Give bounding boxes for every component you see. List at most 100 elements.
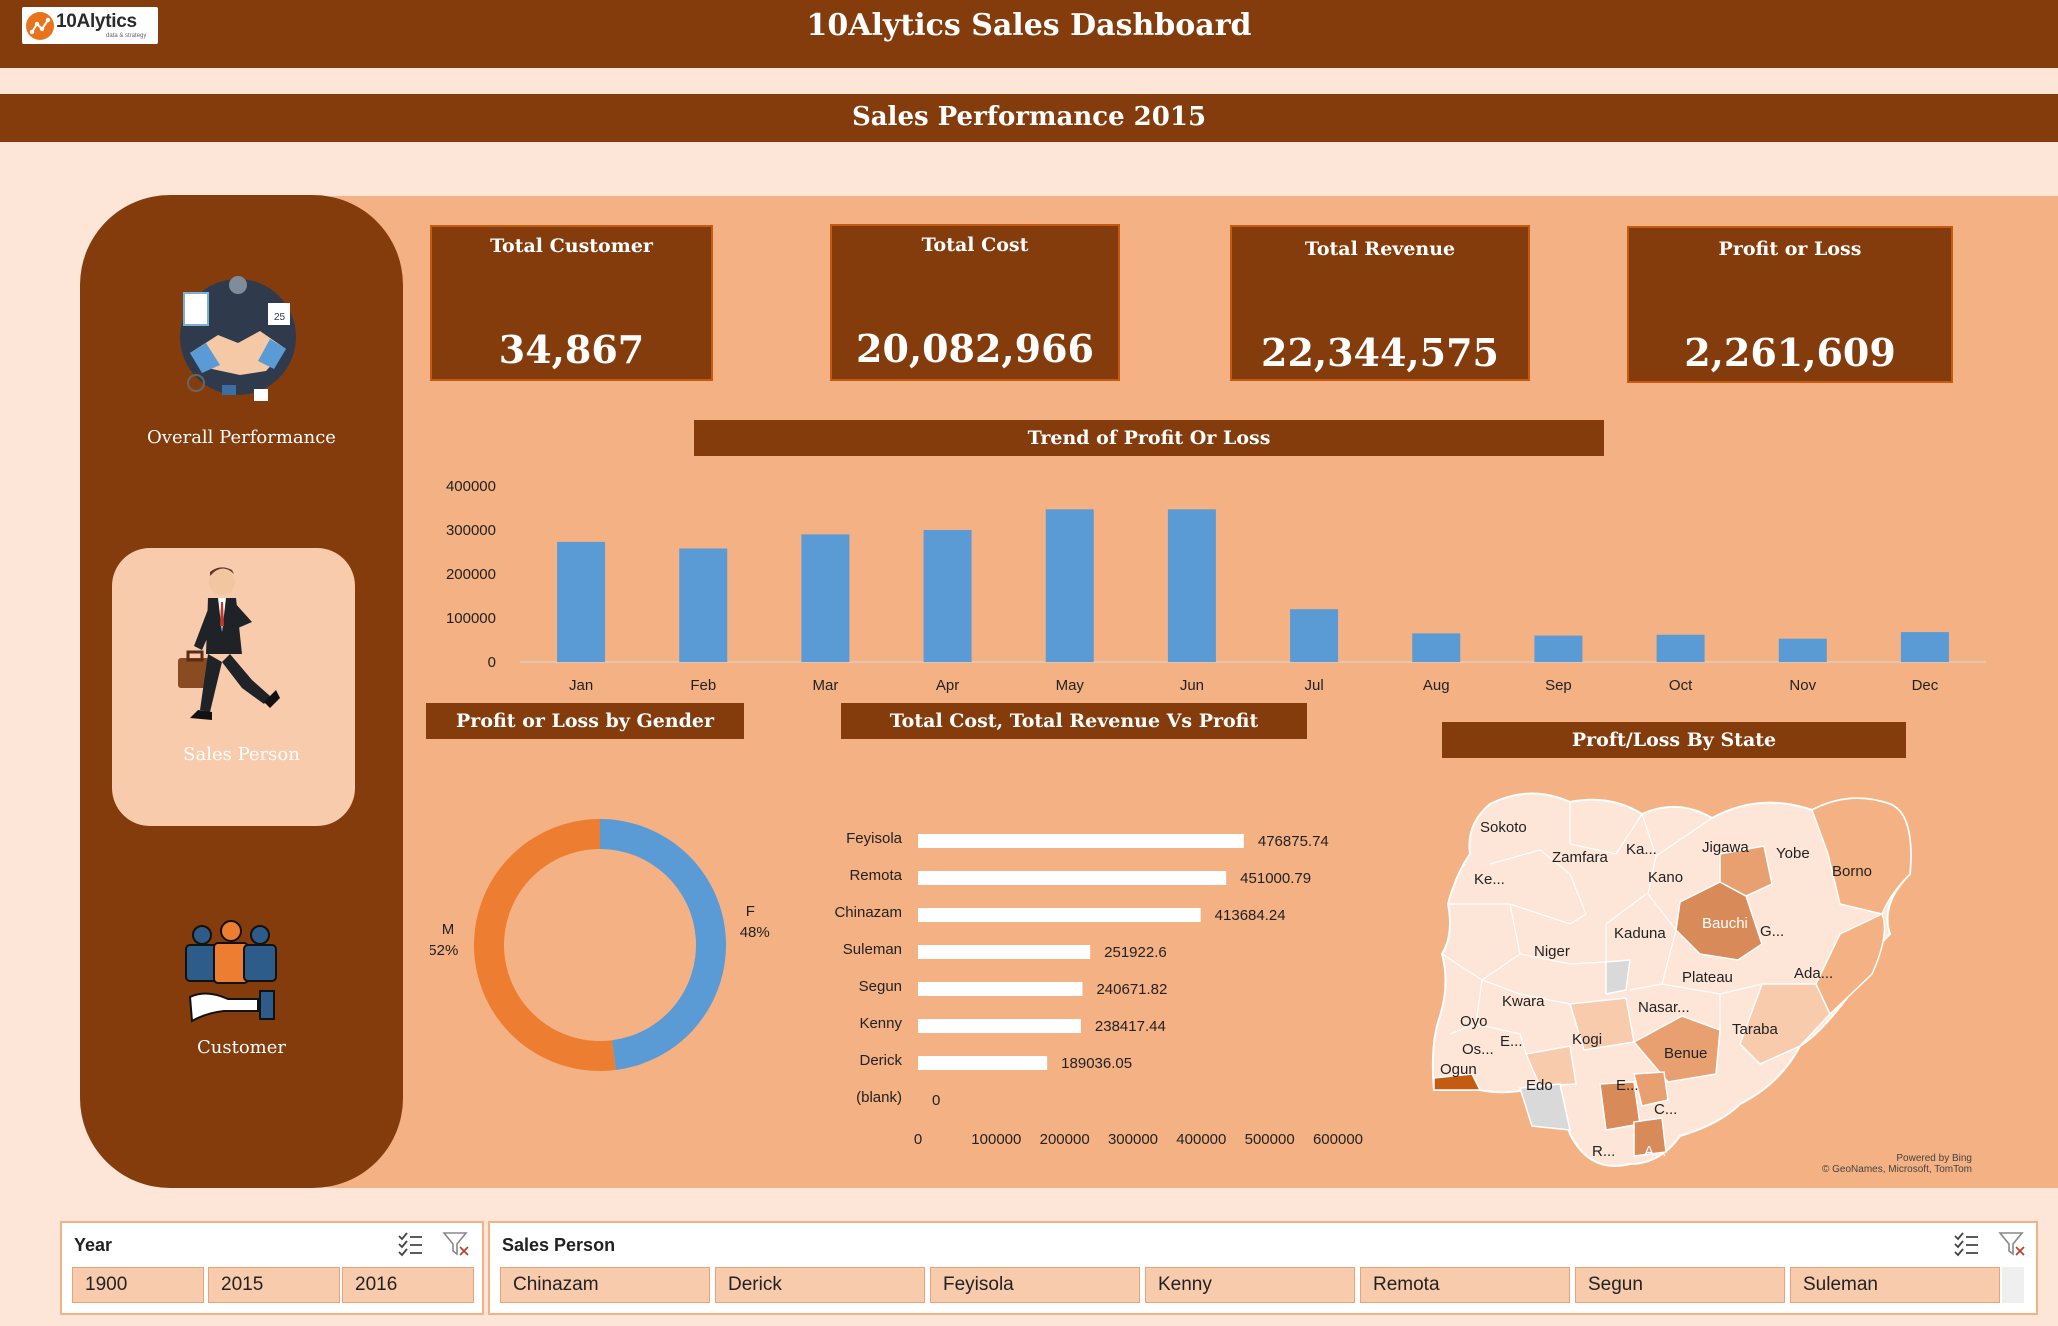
state-label: Ada... <box>1794 965 1833 982</box>
nav-item-sales-person[interactable]: Sales Person <box>112 548 355 826</box>
map-credit-line1: Powered by Bing <box>1896 1153 1972 1164</box>
category-label: Suleman <box>843 941 902 958</box>
donut-slice[interactable] <box>600 819 727 1071</box>
clear-filter-icon[interactable] <box>1998 1229 2026 1257</box>
kpi-value: 34,867 <box>498 327 645 372</box>
x-tick-label: Oct <box>1669 677 1693 694</box>
category-label: Feyisola <box>846 830 903 847</box>
sales-person-slicer-item[interactable]: Kenny <box>1145 1267 1355 1303</box>
kpi-total-cost: Total Cost 20,082,966 <box>830 224 1120 381</box>
salesperson-bar-chart: Feyisola 476875.74 Remota 451000.79 Chinazam… <box>834 830 1363 1148</box>
bar[interactable] <box>1534 635 1583 662</box>
state-label: Plateau <box>1682 969 1733 986</box>
x-tick-label: 400000 <box>1176 1131 1226 1148</box>
state-label: C... <box>1654 1101 1677 1118</box>
donut-slice[interactable] <box>474 819 616 1071</box>
bar[interactable] <box>1290 609 1339 662</box>
category-label: (blank) <box>856 1089 902 1106</box>
bar[interactable] <box>918 1019 1081 1033</box>
bar[interactable] <box>918 871 1227 885</box>
section-bar: Sales Performance 2015 <box>0 94 2058 142</box>
multi-select-icon[interactable] <box>396 1229 424 1257</box>
nigeria-state-map[interactable]: Sokoto Ke... Zamfara Ka... Jigawa Yobe Borno Ka… <box>1420 784 1970 1184</box>
sales-person-slicer-item[interactable]: Remota <box>1360 1267 1570 1303</box>
y-tick-label: 100000 <box>446 610 496 627</box>
x-tick-label: Jan <box>569 677 593 694</box>
category-label: Chinazam <box>834 904 902 921</box>
sales-person-slicer-item[interactable]: Chinazam <box>500 1267 710 1303</box>
bar[interactable] <box>1412 633 1461 662</box>
state-label: Taraba <box>1732 1021 1779 1038</box>
x-tick-label: Sep <box>1545 677 1572 694</box>
year-slicer-item[interactable]: 1900 <box>72 1267 204 1303</box>
kpi-value: 2,261,609 <box>1684 330 1896 375</box>
state-label: Oyo <box>1460 1013 1488 1030</box>
map-credit-line2: © GeoNames, Microsoft, TomTom <box>1822 1164 1972 1175</box>
kpi-total-revenue: Total Revenue 22,344,575 <box>1230 225 1530 381</box>
multi-select-icon[interactable] <box>1952 1229 1980 1257</box>
x-tick-label: Aug <box>1423 677 1450 694</box>
bar[interactable] <box>918 908 1201 922</box>
bar[interactable] <box>923 530 972 662</box>
bar[interactable] <box>1045 509 1094 662</box>
bar[interactable] <box>918 982 1083 996</box>
year-slicer-item[interactable]: 2015 <box>208 1267 340 1303</box>
y-tick-label: 400000 <box>446 478 496 495</box>
slice-name-label: F <box>746 903 755 920</box>
category-label: Segun <box>859 978 902 995</box>
customers-hand-icon <box>185 920 277 1023</box>
bar[interactable] <box>1167 509 1216 662</box>
data-label: 413684.24 <box>1215 907 1286 924</box>
year-slicer-item[interactable]: 2016 <box>342 1267 474 1303</box>
slice-percent-label: 52% <box>430 942 458 959</box>
state-map-title: Proft/Loss By State <box>1442 722 1906 758</box>
sidebar-nav: 25 Overall Performance Sales Person Cust… <box>80 195 403 1188</box>
state-label: Benue <box>1664 1045 1707 1062</box>
bar[interactable] <box>1900 632 1949 662</box>
bar[interactable] <box>918 834 1244 848</box>
state-label: Ka... <box>1626 841 1657 858</box>
bar[interactable] <box>1656 634 1705 662</box>
x-tick-label: 100000 <box>971 1131 1021 1148</box>
x-tick-label: Apr <box>936 677 959 694</box>
clear-filter-icon[interactable] <box>442 1229 470 1257</box>
nav-item-overall-performance[interactable]: 25 Overall Performance <box>80 235 403 465</box>
sales-person-slicer-item[interactable]: Segun <box>1575 1267 1785 1303</box>
data-label: 0 <box>932 1092 940 1109</box>
map-credit: Powered by Bing © GeoNames, Microsoft, T… <box>1760 1153 1972 1175</box>
x-tick-label: Jul <box>1304 677 1323 694</box>
data-label: 238417.44 <box>1095 1018 1166 1035</box>
bar[interactable] <box>679 548 728 662</box>
bar[interactable] <box>918 1056 1048 1070</box>
y-tick-label: 200000 <box>446 566 496 583</box>
bar[interactable] <box>801 534 850 662</box>
salesperson-chart-title: Total Cost, Total Revenue Vs Profit <box>841 703 1307 739</box>
state-label: Niger <box>1534 943 1570 960</box>
state-label: E... <box>1616 1077 1639 1094</box>
state-label: Kwara <box>1502 993 1545 1010</box>
kpi-profit-or-loss: Profit or Loss 2,261,609 <box>1627 226 1953 383</box>
nav-item-customer[interactable]: Customer <box>80 895 403 1095</box>
slicer-scrollbar[interactable] <box>2002 1267 2024 1303</box>
state-label: Kogi <box>1572 1031 1602 1048</box>
category-label: Kenny <box>859 1015 902 1032</box>
trend-chart-title: Trend of Profit Or Loss <box>694 420 1604 456</box>
sales-person-slicer-item[interactable]: Suleman <box>1790 1267 2000 1303</box>
sales-person-slicer-item[interactable]: Derick <box>715 1267 925 1303</box>
slice-name-label: M <box>442 921 455 938</box>
data-label: 451000.79 <box>1240 870 1311 887</box>
state-label: Zamfara <box>1552 849 1609 866</box>
x-tick-label: 600000 <box>1313 1131 1363 1148</box>
bar[interactable] <box>1778 638 1827 662</box>
year-slicer: Year 1900 2015 2016 <box>60 1221 484 1315</box>
state-label: Kaduna <box>1614 925 1666 942</box>
state-label: Edo <box>1526 1077 1553 1094</box>
sales-person-slicer-item[interactable]: Feyisola <box>930 1267 1140 1303</box>
state-label: Kano <box>1648 869 1683 886</box>
kpi-title: Total Customer <box>490 235 653 257</box>
data-label: 240671.82 <box>1096 981 1167 998</box>
bar[interactable] <box>918 945 1091 959</box>
svg-text:25: 25 <box>274 312 286 323</box>
handshake-icon: 25 <box>180 276 296 401</box>
bar[interactable] <box>557 541 606 662</box>
